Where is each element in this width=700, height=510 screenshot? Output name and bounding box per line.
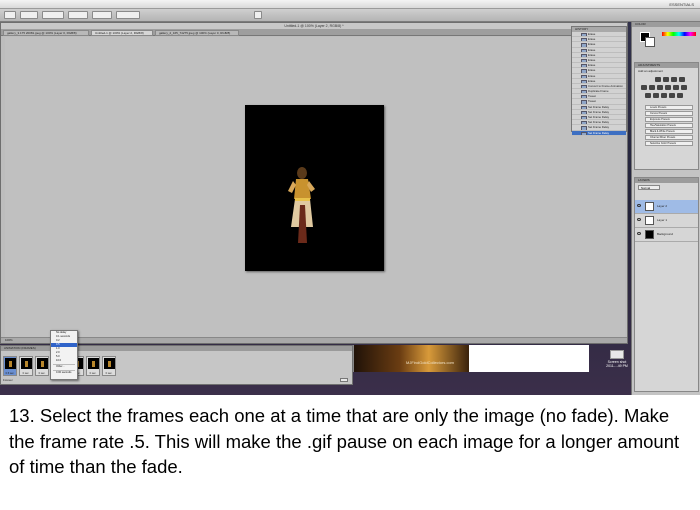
frame-delay[interactable]: 0 sec.	[36, 372, 48, 375]
blend-mode-select[interactable]: Normal	[638, 185, 660, 190]
delay-current-value: 0.00 seconds	[56, 371, 72, 374]
frame-thumbnail	[5, 358, 16, 369]
vibrance-icon[interactable]	[641, 85, 647, 90]
brightness-icon[interactable]	[655, 77, 661, 82]
visibility-eye-icon[interactable]	[637, 218, 641, 221]
flow-field[interactable]	[92, 11, 112, 19]
delay-option[interactable]: 10.0	[51, 359, 77, 363]
tab-document-3[interactable]: gallery_2_165_74275.jpeg @ 100% (Layer 0…	[155, 30, 239, 36]
color-panel-title[interactable]: COLOR	[632, 22, 700, 27]
erase-history-toggle[interactable]	[116, 11, 140, 19]
tool-preset-picker[interactable]	[4, 11, 16, 19]
animation-frame[interactable]: 0 sec.	[86, 356, 100, 376]
tab-document-2[interactable]: Untitled-1 @ 100% (Layer 2, RGB/8)	[91, 30, 153, 36]
threshold-icon[interactable]	[661, 93, 667, 98]
posterize-icon[interactable]	[653, 93, 659, 98]
color-ramp[interactable]	[662, 32, 696, 36]
preset-levels[interactable]: Levels Presets	[645, 105, 693, 110]
black-white-icon[interactable]	[665, 85, 671, 90]
preset-hue-saturation[interactable]: Hue/Saturation Presets	[645, 123, 693, 128]
history-panel: HISTORY Erase Erase Erase Erase Erase Erase Er…	[571, 26, 627, 136]
brush-picker[interactable]	[20, 11, 38, 19]
frame-thumbnail	[21, 358, 32, 369]
exposure-icon[interactable]	[679, 77, 685, 82]
screenshot: ESSENTIALS Untitled-1 @ 100% (Layer 2, R…	[0, 0, 700, 395]
adjustments-hint: Add an adjustment	[638, 69, 664, 73]
layer-row[interactable]: Layer 1	[635, 214, 698, 228]
preset-channel-mixer[interactable]: Channel Mixer Presets	[645, 135, 693, 140]
gradient-map-icon[interactable]	[669, 93, 675, 98]
selective-color-icon[interactable]	[677, 93, 683, 98]
visibility-eye-icon[interactable]	[637, 232, 641, 235]
history-item[interactable]: Set Frame Delay	[572, 130, 626, 136]
photo-filter-icon[interactable]	[673, 85, 679, 90]
layer-name: Layer 2	[657, 204, 668, 208]
color-balance-icon[interactable]	[657, 85, 663, 90]
image-canvas[interactable]	[245, 105, 384, 271]
delay-option[interactable]: Other...	[51, 365, 77, 369]
curves-icon[interactable]	[671, 77, 677, 82]
document-window: Untitled-1 @ 100% (Layer 2, RGB/8) * gal…	[0, 22, 628, 344]
adjustments-panel: ADJUSTMENTS Add an adjustment Levels Pre…	[634, 62, 699, 170]
tab-document-1[interactable]: gallery_3.175 20081.jpeg @ 100% (Layer 0…	[3, 30, 89, 36]
animation-frame[interactable]: 0.5 sec.	[3, 356, 17, 376]
frame-delay[interactable]: 0 sec.	[87, 372, 99, 375]
screenshot-file-icon	[610, 350, 624, 359]
opacity-field[interactable]	[68, 11, 88, 19]
history-list: Erase Erase Erase Erase Erase Erase Erase Erase…	[572, 32, 626, 136]
workspace-switcher[interactable]: ESSENTIALS	[669, 0, 694, 9]
background-browser-window[interactable]: MJFindGoldCollectors.com	[353, 345, 589, 372]
tutorial-caption: 13. Select the frames each one at a time…	[9, 405, 680, 477]
panel-dock: COLOR ADJUSTMENTS Add an adjustment Leve…	[631, 22, 700, 395]
background-color-swatch[interactable]	[645, 37, 655, 47]
frame-delay[interactable]: 0.5 sec.	[4, 372, 16, 375]
animation-frame[interactable]: 0 sec.	[19, 356, 33, 376]
frame-thumbnail	[88, 358, 99, 369]
layer-name: Layer 1	[657, 218, 668, 222]
preset-black-white[interactable]: Black & White Presets	[645, 129, 693, 134]
frame-thumbnail	[37, 358, 48, 369]
layer-thumbnail	[645, 202, 654, 211]
background-photo	[354, 345, 469, 372]
channel-mixer-icon[interactable]	[681, 85, 687, 90]
hue-saturation-icon[interactable]	[649, 85, 655, 90]
animation-frame[interactable]: 0 sec.	[102, 356, 116, 376]
layer-thumbnail	[645, 216, 654, 225]
frame-delay-menu: No delay 0.1 seconds 0.2 0.5 1.0 2.0 5.0…	[50, 330, 78, 380]
desktop-file-icon[interactable]: Screen shot 2011-...49 PM	[606, 350, 628, 374]
layer-row[interactable]: Background	[635, 228, 698, 242]
preset-selective-color[interactable]: Selective Color Presets	[645, 141, 693, 146]
document-tabs: gallery_3.175 20081.jpeg @ 100% (Layer 0…	[1, 29, 627, 36]
frame-delay[interactable]: 0 sec.	[20, 372, 32, 375]
visibility-eye-icon[interactable]	[637, 204, 641, 207]
preset-exposure[interactable]: Exposure Presets	[645, 117, 693, 122]
mode-select[interactable]	[42, 11, 64, 19]
tablet-pressure-icon[interactable]	[254, 11, 262, 19]
animation-panel-resize[interactable]	[340, 378, 348, 382]
menu-bar: ESSENTIALS	[0, 0, 700, 9]
figure-photo	[288, 167, 315, 243]
layer-name: Background	[657, 232, 674, 236]
layer-thumbnail	[645, 230, 654, 239]
layers-panel-title[interactable]: LAYERS	[635, 178, 698, 183]
animation-frame[interactable]: 0 sec.	[35, 356, 49, 376]
status-bar: 100%	[1, 337, 627, 343]
layers-panel: LAYERS Normal Layer 2 Layer 1 Background	[634, 177, 699, 392]
layer-row[interactable]: Layer 2	[635, 200, 698, 214]
frame-delay[interactable]: 0 sec.	[103, 372, 115, 375]
frame-thumbnail	[104, 358, 115, 369]
preset-curves[interactable]: Curves Presets	[645, 111, 693, 116]
invert-icon[interactable]	[645, 93, 651, 98]
desktop-icon-label: Screen shot 2011-...49 PM	[606, 360, 628, 368]
canvas-area	[5, 37, 625, 337]
loop-select[interactable]: Forever	[3, 378, 13, 382]
levels-icon[interactable]	[663, 77, 669, 82]
background-credit: MJFindGoldCollectors.com	[406, 360, 455, 365]
options-bar	[0, 9, 700, 22]
